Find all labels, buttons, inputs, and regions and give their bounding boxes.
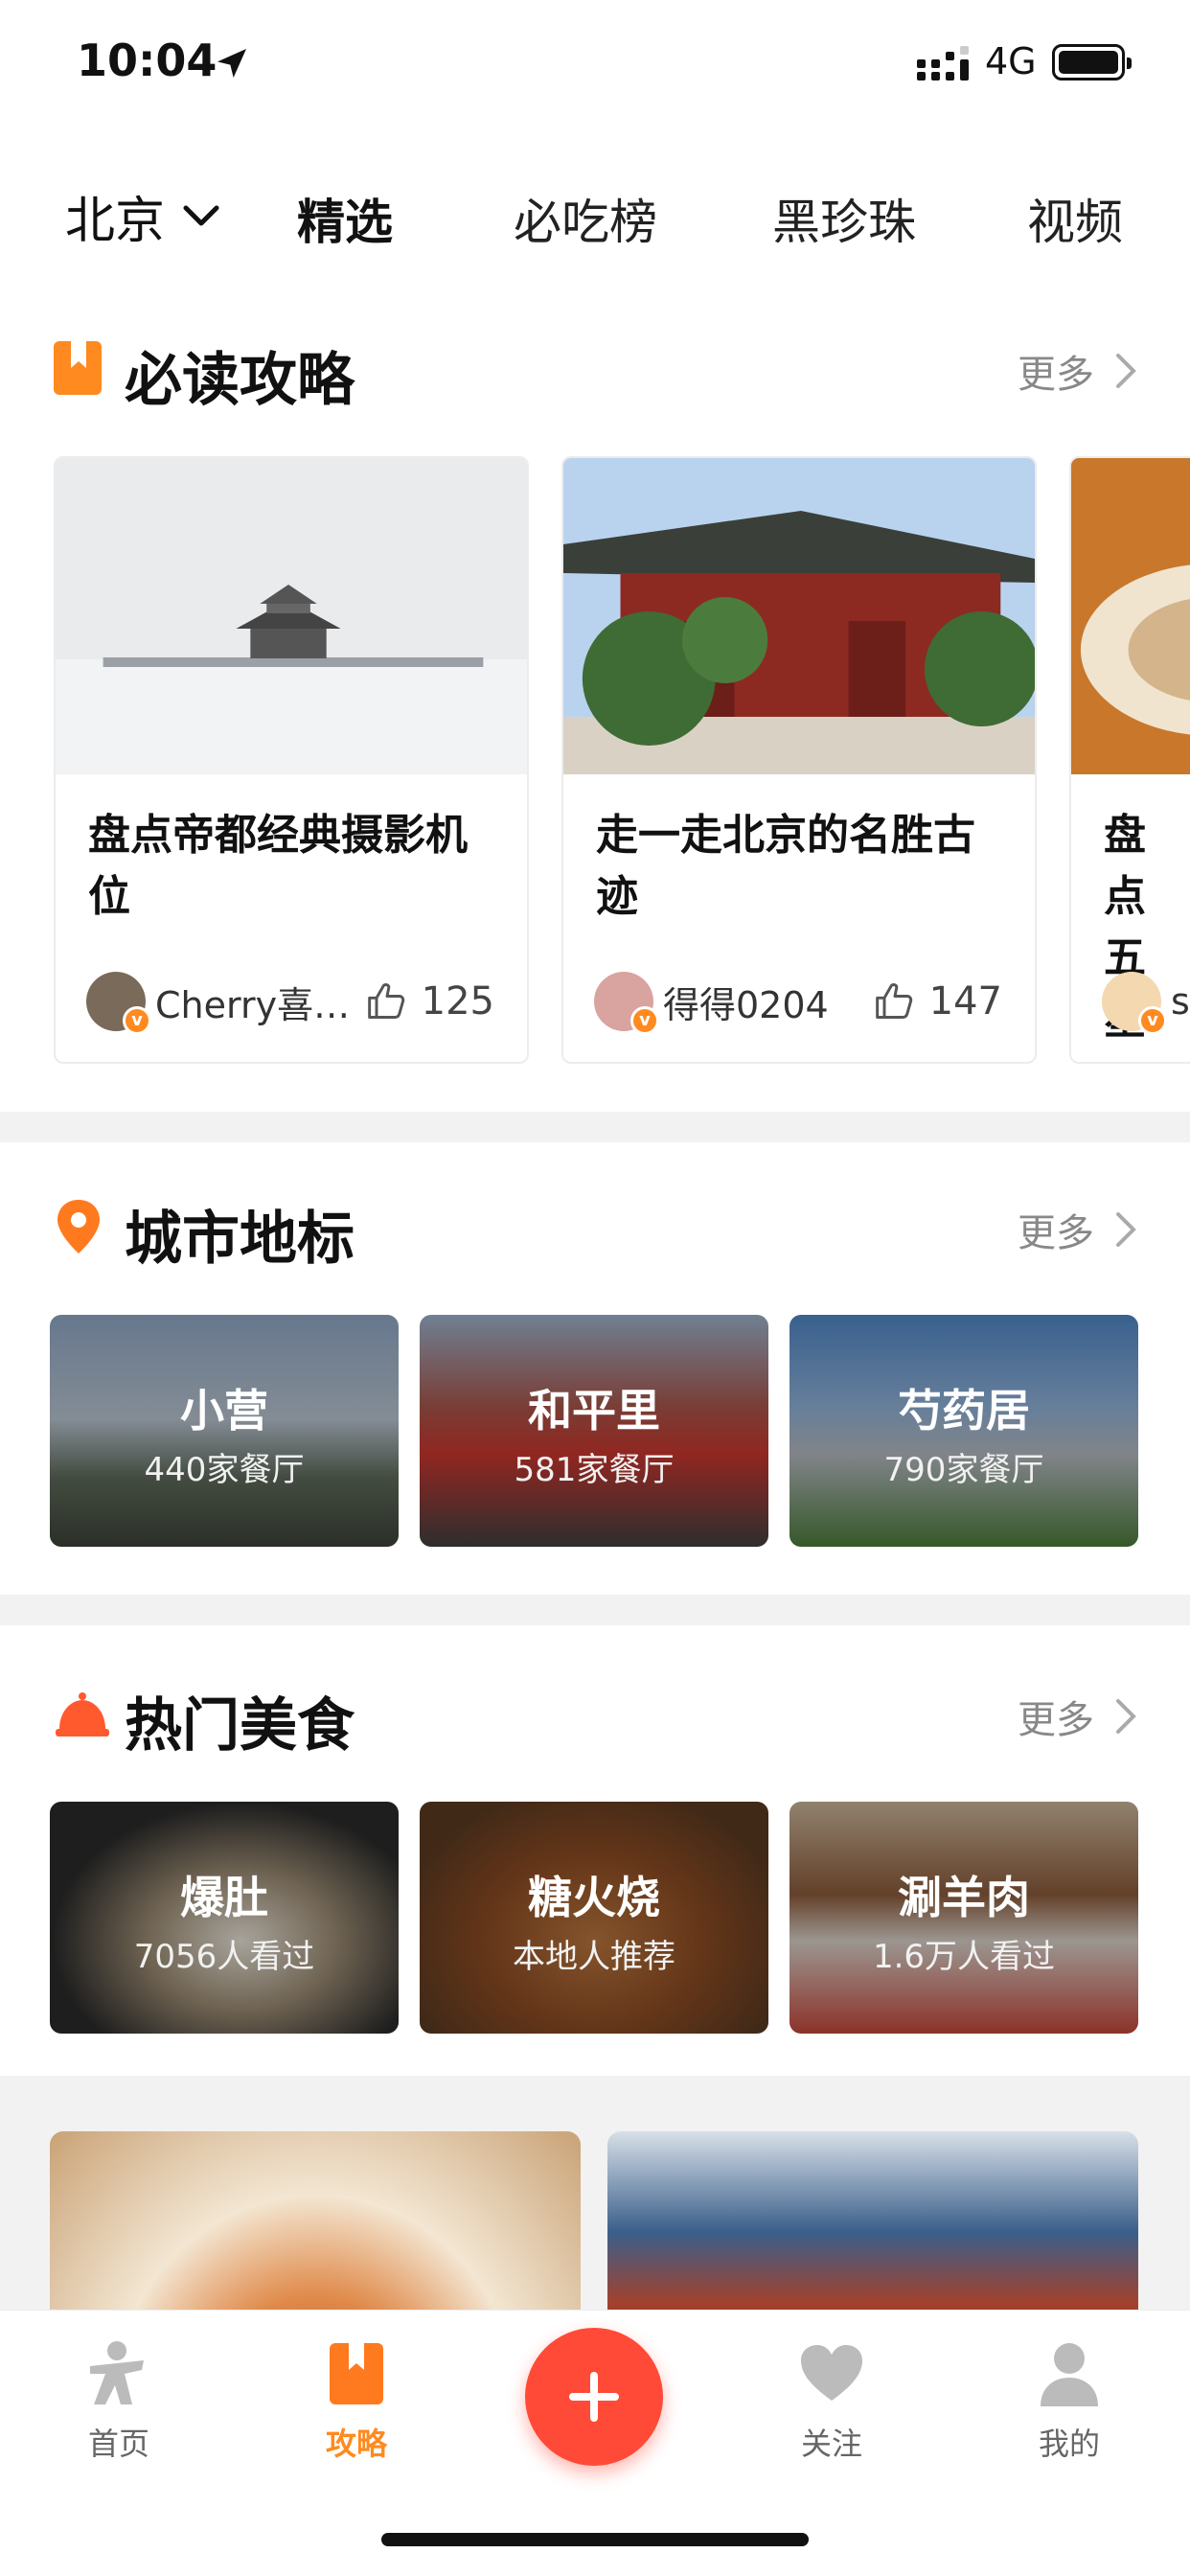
tile-subtitle: 790家餐厅 — [883, 1451, 1044, 1489]
tab-must-eat[interactable]: 必吃榜 — [514, 184, 657, 253]
section-title: 城市地标 — [125, 1206, 355, 1273]
status-time: 10:04 — [77, 34, 217, 86]
guides-section-header: 必读攻略 更多 — [54, 330, 1136, 414]
tab-guides[interactable]: 攻略 — [289, 2337, 423, 2464]
author-name: su — [1171, 980, 1190, 1023]
tab-label: 攻略 — [325, 2426, 387, 2462]
avatar: v — [86, 972, 151, 1035]
bookmark-icon — [330, 2343, 383, 2404]
tile-title: 糖火烧 — [528, 1872, 660, 1923]
guide-card-image — [56, 458, 527, 774]
section-title: 热门美食 — [125, 1692, 355, 1760]
food-tile[interactable]: 爆肚 7056人看过 — [50, 1802, 399, 2034]
like-count[interactable]: 147 — [874, 979, 1002, 1024]
battery-icon — [1052, 44, 1132, 80]
tab-follow[interactable]: 关注 — [765, 2337, 899, 2464]
tab-home[interactable]: 首页 — [52, 2337, 186, 2464]
user-icon — [1041, 2343, 1098, 2406]
author-name: Cherry喜… — [155, 983, 351, 1026]
landmark-tile[interactable]: 芍药居 790家餐厅 — [790, 1315, 1138, 1547]
tile-subtitle: 440家餐厅 — [144, 1451, 305, 1489]
guide-card-author: v su — [1102, 972, 1190, 1035]
chevron-right-icon — [1116, 1212, 1136, 1247]
guide-card-author: v 得得0204 — [594, 972, 829, 1035]
tab-profile[interactable]: 我的 — [1002, 2337, 1136, 2464]
landmarks-section-header: 城市地标 更多 — [54, 1188, 1136, 1273]
tile-subtitle: 581家餐厅 — [514, 1451, 675, 1489]
location-pin-icon — [57, 1200, 100, 1254]
avatar: v — [1102, 972, 1167, 1035]
tile-title: 芍药居 — [898, 1385, 1030, 1437]
more-label: 更多 — [1018, 1698, 1094, 1742]
tile-title: 小营 — [180, 1385, 268, 1437]
landmarks-more-link[interactable]: 更多 — [1018, 1202, 1136, 1257]
bookmark-icon — [54, 341, 102, 395]
home-indicator — [381, 2533, 809, 2546]
food-tile[interactable]: 涮羊肉 1.6万人看过 — [790, 1802, 1138, 2034]
tab-label: 首页 — [87, 2426, 149, 2462]
author-name: 得得0204 — [663, 983, 829, 1026]
like-count[interactable]: 125 — [366, 979, 494, 1024]
landmark-tiles: 小营 440家餐厅 和平里 581家餐厅 芍药居 790家餐厅 — [50, 1315, 1140, 1547]
guide-card-image — [1071, 458, 1190, 774]
tile-subtitle: 本地人推荐 — [513, 1938, 675, 1976]
signal-icon — [917, 46, 969, 80]
thumbs-up-icon — [875, 983, 912, 1019]
guide-card-author: v Cherry喜… — [86, 972, 351, 1035]
guides-more-link[interactable]: 更多 — [1018, 343, 1136, 399]
food-tile[interactable]: 糖火烧 本地人推荐 — [420, 1802, 768, 2034]
top-nav: 北京 精选 必吃榜 黑珍珠 视频 — [0, 172, 1190, 259]
like-count-value: 125 — [421, 979, 494, 1024]
bottom-tab-bar: 首页 攻略 关注 我的 — [0, 2310, 1190, 2576]
guide-card-carousel[interactable]: 盘点帝都经典摄影机位 v Cherry喜… 125 走一走北京的名胜古迹 v 得… — [54, 456, 1190, 1066]
section-divider — [0, 1595, 1190, 1625]
city-selector[interactable]: 北京 — [65, 180, 220, 252]
chevron-right-icon — [1116, 354, 1136, 388]
avatar: v — [594, 972, 659, 1035]
tile-title: 涮羊肉 — [898, 1872, 1030, 1923]
home-person-icon — [90, 2341, 144, 2404]
food-tiles: 爆肚 7056人看过 糖火烧 本地人推荐 涮羊肉 1.6万人看过 — [50, 1802, 1140, 2034]
landmark-tile[interactable]: 和平里 581家餐厅 — [420, 1315, 768, 1547]
more-label: 更多 — [1018, 353, 1094, 397]
tab-featured[interactable]: 精选 — [289, 184, 400, 257]
like-count-value: 147 — [928, 979, 1002, 1024]
verified-badge-icon: v — [630, 1006, 659, 1035]
thumbs-up-icon — [367, 983, 404, 1019]
landmark-tile[interactable]: 小营 440家餐厅 — [50, 1315, 399, 1547]
guide-card-title: 盘点帝都经典摄影机位 — [88, 811, 468, 921]
guide-card-title: 走一走北京的名胜古迹 — [596, 811, 975, 921]
cloche-icon — [56, 1692, 109, 1736]
food-more-link[interactable]: 更多 — [1018, 1689, 1136, 1744]
tile-title: 和平里 — [528, 1385, 660, 1437]
tab-label: 我的 — [1038, 2426, 1100, 2462]
tile-subtitle: 7056人看过 — [133, 1938, 315, 1976]
verified-badge-icon: v — [123, 1006, 151, 1035]
tab-label: 精选 — [297, 195, 393, 250]
guide-card-image — [563, 458, 1035, 774]
tab-black-pearl[interactable]: 黑珍珠 — [772, 184, 916, 253]
guide-card[interactable]: 盘点五星 v su — [1069, 456, 1190, 1064]
network-type: 4G — [985, 40, 1037, 82]
tile-title: 爆肚 — [180, 1872, 268, 1923]
section-divider — [0, 1112, 1190, 1142]
tile-subtitle: 1.6万人看过 — [872, 1938, 1056, 1976]
heart-icon — [801, 2345, 862, 2401]
tab-video[interactable]: 视频 — [1027, 184, 1123, 253]
tab-label: 关注 — [800, 2426, 862, 2462]
status-bar: 10:04 4G — [0, 0, 1190, 134]
verified-badge-icon: v — [1138, 1006, 1167, 1035]
section-title: 必读攻略 — [125, 347, 355, 414]
food-section-header: 热门美食 更多 — [54, 1675, 1136, 1760]
guide-card[interactable]: 盘点帝都经典摄影机位 v Cherry喜… 125 — [54, 456, 529, 1064]
plus-icon — [569, 2372, 619, 2422]
chevron-down-icon — [183, 205, 219, 225]
city-name: 北京 — [65, 193, 166, 250]
guide-card[interactable]: 走一走北京的名胜古迹 v 得得0204 147 — [561, 456, 1037, 1064]
location-arrow-icon — [217, 49, 246, 78]
chevron-right-icon — [1116, 1699, 1136, 1734]
add-post-button[interactable] — [525, 2328, 663, 2466]
more-label: 更多 — [1018, 1211, 1094, 1255]
